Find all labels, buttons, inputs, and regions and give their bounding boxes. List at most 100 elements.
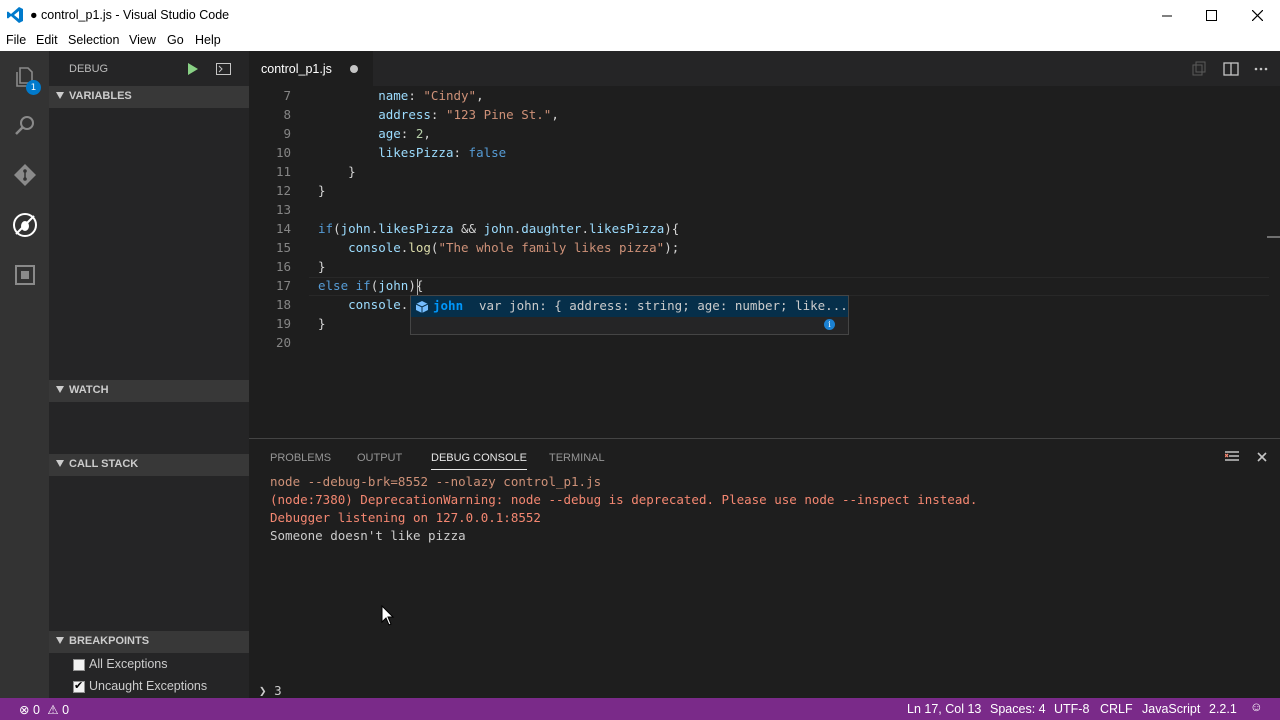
- menu-edit[interactable]: Edit: [36, 33, 58, 47]
- console-line: Debugger listening on 127.0.0.1:8552: [270, 510, 541, 525]
- expanded-icon: [56, 386, 64, 393]
- debug-sidebar: DEBUG VARIABLES WATCH CALL STACK BREAKPO…: [49, 51, 249, 698]
- suggestion-item-john[interactable]: john var john: { address: string; age: n…: [411, 296, 848, 317]
- scrollbar-marker: [1267, 236, 1280, 238]
- activity-explorer[interactable]: 1: [0, 53, 49, 101]
- expanded-icon: [56, 92, 64, 99]
- search-icon: [14, 116, 34, 135]
- watch-section-header[interactable]: WATCH: [49, 380, 249, 402]
- code-line: name: "Cindy",: [378, 88, 484, 103]
- activity-search[interactable]: [0, 101, 49, 149]
- line-number: 11: [275, 164, 291, 179]
- maximize-button[interactable]: [1188, 0, 1234, 31]
- code-editor[interactable]: 7 8 9 10 11 12 13 14 15 16 17 18 19 20 n…: [249, 86, 1280, 438]
- code-line: console.log("The whole family likes pizz…: [348, 240, 680, 255]
- cursor-position[interactable]: Ln 17, Col 13: [907, 702, 981, 716]
- info-icon[interactable]: i: [824, 319, 835, 330]
- line-number: 10: [275, 145, 291, 160]
- debug-icon: [12, 213, 37, 237]
- line-number: 15: [275, 240, 291, 255]
- vscode-logo-icon: [7, 7, 23, 23]
- activity-extensions[interactable]: [0, 251, 49, 299]
- variable-icon: [415, 301, 429, 313]
- line-number: 7: [283, 88, 291, 103]
- open-changes-icon[interactable]: [1190, 60, 1208, 78]
- tab-problems[interactable]: PROBLEMS: [270, 452, 331, 464]
- line-number: 20: [275, 335, 291, 350]
- console-line: node --debug-brk=8552 --nolazy control_p…: [270, 474, 602, 489]
- menu-selection[interactable]: Selection: [68, 33, 119, 47]
- mouse-pointer-icon: [381, 605, 395, 626]
- line-number: 16: [275, 259, 291, 274]
- line-number: 14: [275, 221, 291, 236]
- console-line: (node:7380) DeprecationWarning: node --d…: [270, 492, 978, 507]
- start-debugging-icon[interactable]: [187, 63, 199, 75]
- menu-view[interactable]: View: [129, 33, 156, 47]
- language-mode[interactable]: JavaScript: [1142, 702, 1200, 716]
- current-line-highlight: [309, 277, 1269, 296]
- suggestion-widget[interactable]: john var john: { address: string; age: n…: [410, 295, 849, 335]
- problems-status[interactable]: ⊗ 0 ⚠ 0: [19, 702, 69, 717]
- uncaught-exceptions-checkbox[interactable]: [73, 679, 85, 693]
- open-console-icon[interactable]: [216, 63, 231, 75]
- clear-console-icon[interactable]: [1225, 450, 1239, 464]
- more-actions-icon[interactable]: [1252, 60, 1270, 78]
- warning-icon: ⚠: [47, 703, 59, 717]
- code-line: likesPizza: false: [378, 145, 507, 160]
- typescript-version[interactable]: 2.2.1: [1209, 702, 1237, 716]
- tab-terminal[interactable]: TERMINAL: [549, 452, 605, 464]
- line-number: 8: [283, 107, 291, 122]
- minimize-button[interactable]: [1144, 0, 1190, 31]
- activity-git[interactable]: [0, 151, 49, 199]
- variables-section-header[interactable]: VARIABLES: [49, 86, 249, 108]
- line-number: 9: [283, 126, 291, 141]
- tab-control-p1-js[interactable]: control_p1.js: [249, 51, 373, 86]
- split-editor-icon[interactable]: [1222, 60, 1240, 78]
- code-line: }: [318, 183, 326, 198]
- menu-go[interactable]: Go: [167, 33, 184, 47]
- editor-tabs: control_p1.js: [249, 51, 1280, 86]
- sidebar-title: DEBUG: [69, 63, 109, 75]
- maximize-icon: [1205, 10, 1217, 21]
- menu-help[interactable]: Help: [195, 33, 221, 47]
- minimize-icon: [1162, 15, 1172, 16]
- code-line: else if(john){: [318, 278, 424, 293]
- encoding[interactable]: UTF-8: [1054, 702, 1089, 716]
- tab-debug-console[interactable]: DEBUG CONSOLE: [431, 452, 527, 470]
- error-icon: ⊗: [19, 703, 30, 717]
- status-bar: ⊗ 0 ⚠ 0 Ln 17, Col 13 Spaces: 4 UTF-8 CR…: [0, 698, 1280, 720]
- close-panel-icon[interactable]: [1257, 452, 1267, 462]
- menu-file[interactable]: File: [6, 33, 26, 47]
- line-number: 13: [275, 202, 291, 217]
- code-line: }: [318, 316, 326, 331]
- close-icon: [1251, 10, 1263, 21]
- text-cursor: [417, 279, 418, 296]
- extensions-icon: [14, 265, 35, 285]
- indentation[interactable]: Spaces: 4: [990, 702, 1046, 716]
- line-number: 17: [275, 278, 291, 293]
- menu-bar: File Edit Selection View Go Help: [0, 31, 1280, 51]
- window-title: ● control_p1.js - Visual Studio Code: [30, 8, 230, 22]
- all-exceptions-checkbox[interactable]: [73, 659, 85, 671]
- breakpoints-section-header[interactable]: BREAKPOINTS: [49, 631, 249, 653]
- unsaved-dot-icon[interactable]: [350, 65, 358, 73]
- activity-bar: 1: [0, 51, 49, 698]
- code-line: }: [318, 259, 326, 274]
- code-line: age: 2,: [378, 126, 431, 141]
- feedback-smiley-icon[interactable]: ☺: [1250, 700, 1263, 714]
- git-icon: [13, 164, 36, 186]
- tab-output[interactable]: OUTPUT: [357, 452, 402, 464]
- code-line: if(john.likesPizza && john.daughter.like…: [318, 221, 680, 236]
- console-line: Someone doesn't like pizza: [270, 528, 466, 543]
- title-bar: ● control_p1.js - Visual Studio Code: [0, 0, 1280, 31]
- close-window-button[interactable]: [1234, 0, 1280, 31]
- activity-debug[interactable]: [0, 201, 49, 249]
- call-stack-section-header[interactable]: CALL STACK: [49, 454, 249, 476]
- line-endings[interactable]: CRLF: [1100, 702, 1133, 716]
- line-number: 19: [275, 316, 291, 331]
- explorer-badge: 1: [26, 80, 41, 95]
- code-line: }: [318, 164, 356, 179]
- expanded-icon: [56, 637, 64, 644]
- code-line: address: "123 Pine St.",: [378, 107, 559, 122]
- console-input[interactable]: ❯ 3: [259, 683, 282, 698]
